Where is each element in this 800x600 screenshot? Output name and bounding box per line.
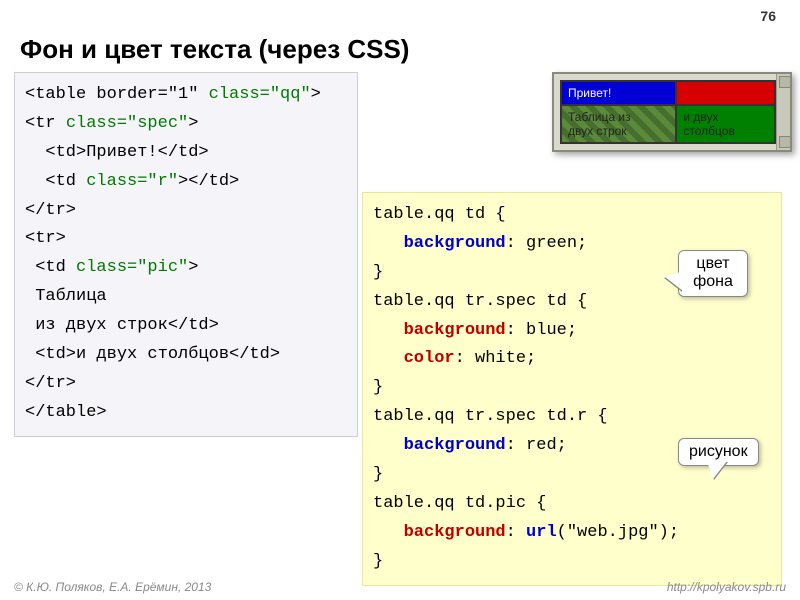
scrollbar[interactable] <box>776 74 790 150</box>
code-line: : white; <box>455 349 537 368</box>
footer-url: http://kpolyakov.spb.ru <box>667 580 786 594</box>
callout-tail <box>665 271 683 291</box>
callout-bg-color: цвет фона <box>678 250 748 297</box>
code-line: > <box>311 85 321 104</box>
code-line: table.qq td { <box>373 205 506 224</box>
css-prop: background <box>404 321 506 340</box>
code-line: <table border="1" <box>25 85 209 104</box>
callout-text: цвет <box>696 255 729 272</box>
cell-text: столбцов <box>683 124 734 138</box>
code-line: : <box>506 523 526 542</box>
table-row: Таблица издвух строк и двухстолбцов <box>561 105 775 143</box>
cell-red <box>676 81 775 105</box>
cell-cols: и двухстолбцов <box>676 105 775 143</box>
code-class: class="spec" <box>66 114 188 133</box>
page-number: 76 <box>760 8 776 24</box>
cell-text: и двух <box>683 110 718 124</box>
code-line: ></td> <box>178 172 239 191</box>
footer-copyright: © К.Ю. Поляков, Е.А. Ерёмин, 2013 <box>14 580 211 594</box>
css-prop: background <box>404 523 506 542</box>
code-line: table.qq tr.spec td { <box>373 292 587 311</box>
css-prop: color <box>404 349 455 368</box>
table-row: Привет! <box>561 81 775 105</box>
code-line: : green; <box>506 234 588 253</box>
code-line: из двух строк</td> <box>25 316 219 335</box>
code-line: </tr> <box>25 201 76 220</box>
callout-tail <box>707 461 727 479</box>
code-line: <tr> <box>25 229 66 248</box>
cell-text: двух строк <box>568 124 627 138</box>
cell-text: Таблица из <box>568 110 631 124</box>
code-class: class="qq" <box>209 85 311 104</box>
code-line: <td>Привет!</td> <box>25 143 209 162</box>
callout-text: фона <box>693 273 733 290</box>
code-line: table.qq td.pic { <box>373 494 546 513</box>
css-prop: background <box>404 436 506 455</box>
code-line: > <box>188 258 198 277</box>
callout-text: рисунок <box>689 443 748 460</box>
code-line: } <box>373 263 383 282</box>
code-class: class="pic" <box>76 258 188 277</box>
preview-table: Привет! Таблица издвух строк и двухстолб… <box>560 80 776 144</box>
code-line: Таблица <box>25 287 107 306</box>
code-line: > <box>188 114 198 133</box>
code-line: <td>и двух столбцов</td> <box>25 345 280 364</box>
code-line: <tr <box>25 114 66 133</box>
code-line: ("web.jpg"); <box>557 523 679 542</box>
code-line: <td <box>25 258 76 277</box>
code-line: : red; <box>506 436 567 455</box>
code-line: } <box>373 552 383 571</box>
code-line: table.qq tr.spec td.r { <box>373 407 608 426</box>
html-code-block: <table border="1" class="qq"> <tr class=… <box>14 72 358 437</box>
css-prop: background <box>404 234 506 253</box>
code-line: : blue; <box>506 321 577 340</box>
code-line: } <box>373 378 383 397</box>
cell-pic: Таблица издвух строк <box>561 105 676 143</box>
css-fn: url <box>526 523 557 542</box>
code-class: class="r" <box>86 172 178 191</box>
slide-title: Фон и цвет текста (через CSS) <box>20 34 409 65</box>
callout-image: рисунок <box>678 438 759 466</box>
code-line: </table> <box>25 403 107 422</box>
code-line: } <box>373 465 383 484</box>
cell-hello: Привет! <box>561 81 676 105</box>
code-line: </tr> <box>25 374 76 393</box>
code-line: <td <box>25 172 86 191</box>
preview-window: Привет! Таблица издвух строк и двухстолб… <box>552 72 792 152</box>
